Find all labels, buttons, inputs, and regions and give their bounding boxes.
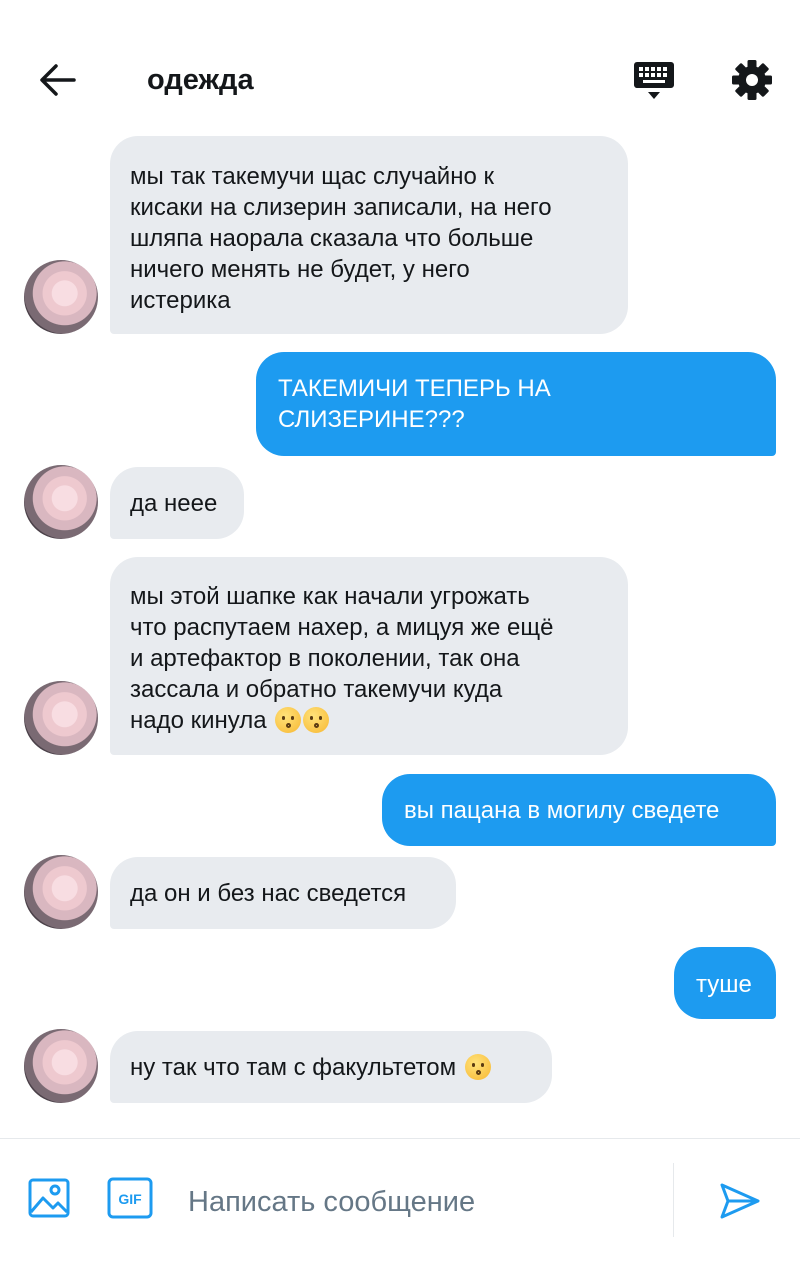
add-gif-button[interactable]: GIF	[104, 1173, 156, 1223]
message-bubble-outgoing[interactable]: туше	[674, 947, 776, 1019]
message-bubble-incoming[interactable]: мы так такемучи щас случайно к кисаки на…	[110, 136, 628, 334]
gear-icon	[732, 60, 772, 100]
arrow-left-icon	[40, 64, 76, 96]
message-text: туше	[696, 971, 752, 998]
message-text: ну так что там с факультетом	[130, 1052, 532, 1083]
image-icon	[28, 1178, 70, 1218]
back-button[interactable]	[30, 52, 86, 108]
avatar[interactable]	[24, 260, 98, 334]
avatar[interactable]	[24, 465, 98, 539]
conversation-title: одежда	[147, 64, 254, 96]
settings-button[interactable]	[722, 50, 782, 110]
add-image-button[interactable]	[24, 1173, 74, 1223]
message-bubble-outgoing[interactable]: вы пацана в могилу сведете	[382, 774, 776, 846]
message-input[interactable]	[188, 1179, 658, 1225]
message-composer: GIF	[0, 1138, 800, 1281]
message-text: вы пацана в могилу сведете	[404, 797, 720, 824]
keyboard-shortcuts-button[interactable]	[624, 52, 684, 108]
message-bubble-incoming[interactable]: мы этой шапке как начали угрожать что ра…	[110, 557, 628, 755]
kissing-face-emoji	[303, 707, 330, 733]
message-bubble-incoming[interactable]: да неее	[110, 467, 244, 539]
keyboard-icon	[634, 62, 674, 99]
gif-label: GIF	[118, 1191, 142, 1207]
avatar[interactable]	[24, 681, 98, 755]
send-icon	[720, 1183, 760, 1219]
message-bubble-outgoing[interactable]: ТАКЕМИЧИ ТЕПЕРЬ НА СЛИЗЕРИНЕ???	[256, 352, 776, 456]
message-bubble-incoming[interactable]: ну так что там с факультетом	[110, 1031, 552, 1103]
avatar[interactable]	[24, 1029, 98, 1103]
chat-header: одежда	[0, 0, 800, 130]
kissing-face-emoji	[464, 1054, 491, 1080]
message-text: мы так такемучи щас случайно к кисаки на…	[130, 163, 552, 314]
gif-icon: GIF	[107, 1177, 153, 1219]
send-button[interactable]	[712, 1173, 768, 1229]
message-text: ТАКЕМИЧИ ТЕПЕРЬ НА СЛИЗЕРИНЕ???	[278, 375, 551, 433]
message-text: мы этой шапке как начали угрожать что ра…	[130, 583, 554, 734]
message-bubble-incoming[interactable]: да он и без нас сведется	[110, 857, 456, 929]
avatar[interactable]	[24, 855, 98, 929]
kissing-face-emoji	[275, 707, 302, 733]
message-text: да он и без нас сведется	[130, 880, 407, 907]
message-text: да неее	[130, 490, 218, 517]
composer-divider	[673, 1163, 674, 1237]
